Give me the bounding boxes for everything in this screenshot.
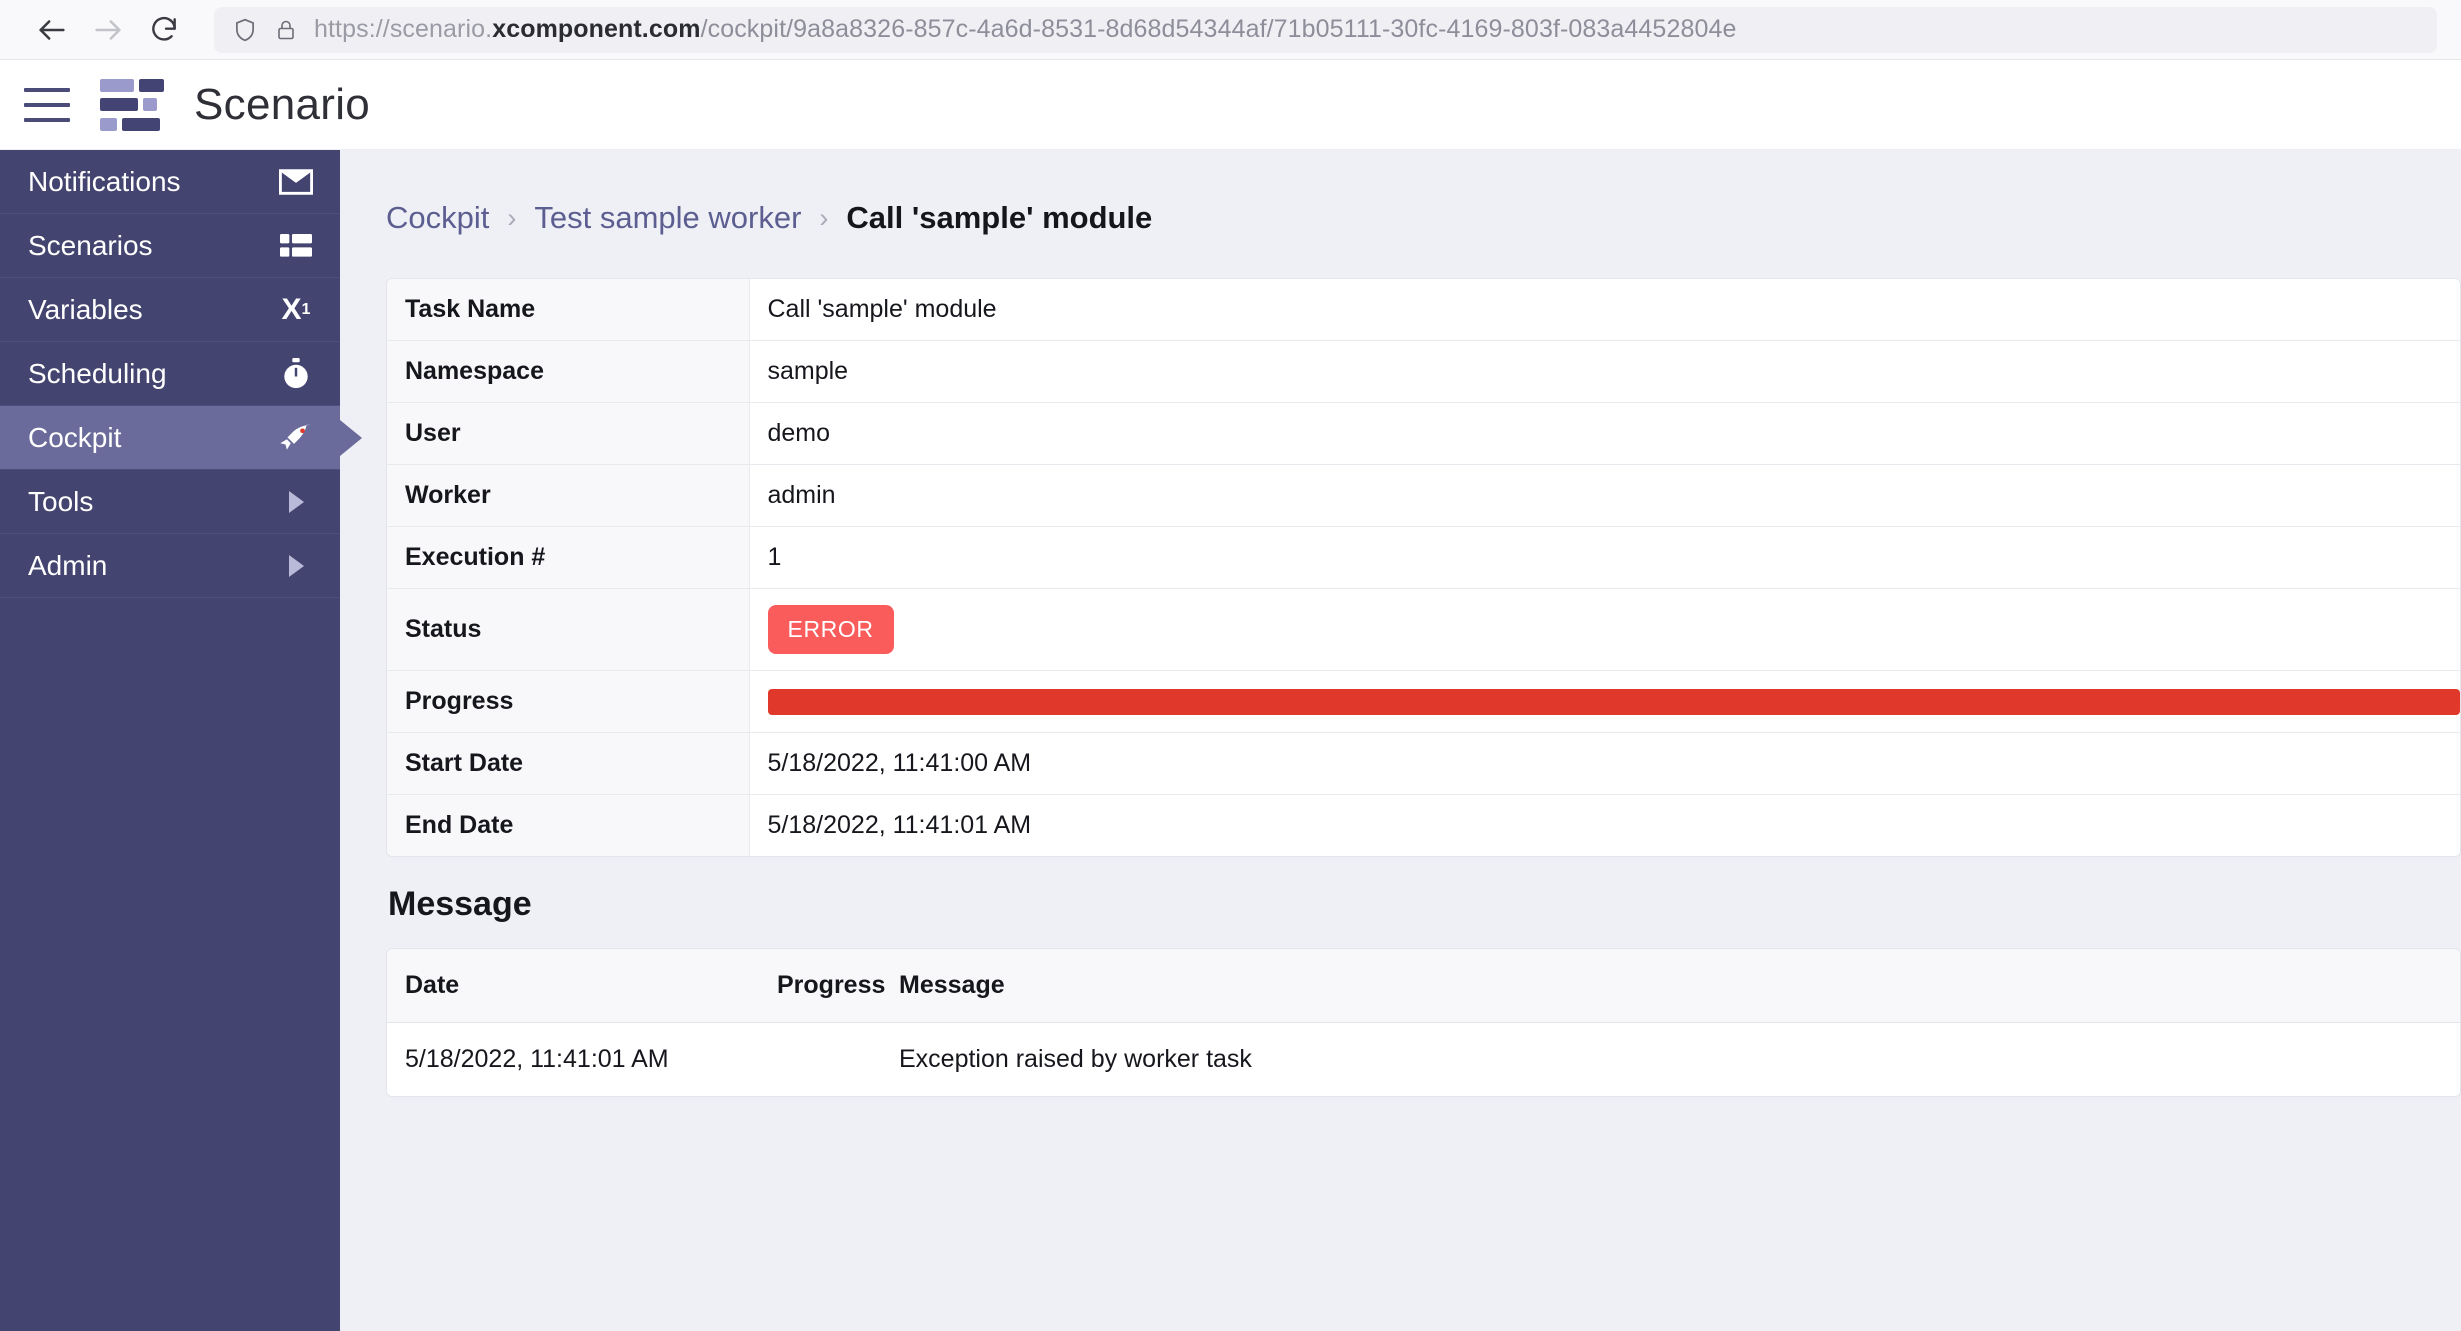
sidebar-item-label: Scheduling: [28, 357, 167, 389]
progress-bar: [767, 688, 2460, 715]
table-row: Namespace sample: [387, 340, 2460, 403]
detail-label: Execution #: [387, 526, 750, 589]
detail-label: User: [387, 402, 750, 465]
chevron-right-icon: ›: [507, 202, 517, 233]
arrow-left-icon: [39, 19, 65, 40]
main-content: Cockpit › Test sample worker › Call 'sam…: [340, 150, 2461, 1331]
message-card: Date Progress Message 5/18/2022, 11:41:0…: [386, 948, 2461, 1097]
table-header-row: Date Progress Message: [387, 949, 2460, 1023]
active-indicator-arrow: [340, 419, 362, 456]
table-row: Execution # 1: [387, 526, 2460, 589]
column-header-date: Date: [387, 949, 759, 1023]
detail-label: Namespace: [387, 340, 750, 403]
message-text: Exception raised by worker task: [881, 1022, 2460, 1096]
breadcrumb-item-worker[interactable]: Test sample worker: [534, 200, 801, 236]
message-table: Date Progress Message 5/18/2022, 11:41:0…: [387, 949, 2460, 1096]
table-row: Progress: [387, 670, 2460, 733]
detail-value-worker: admin: [749, 464, 2460, 527]
sidebar: Notifications Scenarios Variables X1 Sch…: [0, 150, 362, 1331]
detail-value-task-name: Call 'sample' module: [749, 279, 2460, 341]
detail-label: Worker: [387, 464, 750, 527]
list-table-icon: [278, 228, 314, 264]
breadcrumb-item-cockpit[interactable]: Cockpit: [386, 200, 489, 236]
sidebar-item-notifications[interactable]: Notifications: [0, 150, 340, 214]
url-domain: xcomponent.com: [492, 15, 701, 43]
table-row: Status ERROR: [387, 588, 2460, 671]
caret-right-icon: [278, 548, 314, 584]
shield-icon: [236, 18, 254, 41]
sidebar-item-scenarios[interactable]: Scenarios: [0, 214, 340, 278]
detail-value-namespace: sample: [749, 340, 2460, 403]
app-header: Scenario: [0, 60, 2461, 150]
scenario-logo-icon: [100, 78, 164, 131]
sidebar-item-label: Admin: [28, 549, 108, 581]
breadcrumb: Cockpit › Test sample worker › Call 'sam…: [386, 200, 2461, 236]
back-button[interactable]: [24, 2, 80, 58]
url-path: /cockpit/9a8a8326-857c-4a6d-8531-8d68d54…: [700, 15, 1737, 43]
message-date: 5/18/2022, 11:41:01 AM: [387, 1022, 759, 1096]
table-row: User demo: [387, 402, 2460, 465]
table-row: 5/18/2022, 11:41:01 AM Exception raised …: [387, 1022, 2460, 1096]
lock-icon: [278, 20, 294, 39]
envelope-icon: [278, 164, 314, 200]
sidebar-item-label: Variables: [28, 293, 143, 325]
hamburger-menu-icon[interactable]: [24, 87, 70, 122]
table-row: Worker admin: [387, 464, 2460, 527]
task-details-card: Task Name Call 'sample' module Namespace…: [386, 278, 2461, 857]
sidebar-item-label: Scenarios: [28, 229, 153, 261]
stopwatch-icon: [278, 356, 314, 392]
column-header-message: Message: [881, 949, 2460, 1023]
app-title: Scenario: [194, 79, 371, 129]
address-bar[interactable]: https://scenario.xcomponent.com/cockpit/…: [214, 6, 2437, 53]
caret-right-icon: [278, 484, 314, 520]
detail-value-user: demo: [749, 402, 2460, 465]
browser-toolbar: https://scenario.xcomponent.com/cockpit/…: [0, 0, 2461, 60]
forward-button[interactable]: [80, 2, 136, 58]
reload-icon: [152, 16, 176, 41]
detail-value-end-date: 5/18/2022, 11:41:01 AM: [749, 794, 2460, 856]
message-section-title: Message: [388, 885, 532, 923]
table-row: Task Name Call 'sample' module: [387, 279, 2460, 341]
url-scheme: https://scenario.: [314, 15, 493, 43]
chevron-right-icon: ›: [819, 202, 829, 233]
x-superscript-icon: X1: [281, 292, 311, 326]
sidebar-item-tools[interactable]: Tools: [0, 470, 340, 534]
detail-label: Progress: [387, 670, 750, 733]
sidebar-item-label: Cockpit: [28, 421, 122, 453]
status-badge: ERROR: [767, 605, 894, 654]
task-details-table: Task Name Call 'sample' module Namespace…: [387, 279, 2460, 856]
message-progress: [759, 1022, 881, 1096]
sidebar-item-cockpit[interactable]: Cockpit: [0, 406, 362, 470]
detail-value-progress: [749, 670, 2460, 733]
sidebar-item-variables[interactable]: Variables X1: [0, 278, 340, 342]
progress-bar-fill: [767, 688, 2460, 715]
reload-button[interactable]: [136, 2, 192, 58]
detail-value-execution: 1: [749, 526, 2460, 589]
url-text: https://scenario.xcomponent.com/cockpit/…: [314, 15, 1736, 44]
arrow-right-icon: [95, 19, 121, 40]
detail-label: Task Name: [387, 279, 750, 341]
table-row: End Date 5/18/2022, 11:41:01 AM: [387, 794, 2460, 856]
detail-value-status: ERROR: [749, 588, 2460, 671]
detail-label: End Date: [387, 794, 750, 856]
detail-value-start-date: 5/18/2022, 11:41:00 AM: [749, 732, 2460, 795]
sidebar-item-label: Notifications: [28, 165, 181, 197]
table-row: Start Date 5/18/2022, 11:41:00 AM: [387, 732, 2460, 795]
breadcrumb-current: Call 'sample' module: [846, 200, 1153, 235]
sidebar-item-label: Tools: [28, 485, 94, 517]
column-header-progress: Progress: [759, 949, 885, 1023]
sidebar-item-scheduling[interactable]: Scheduling: [0, 342, 340, 406]
detail-label: Status: [387, 588, 750, 671]
detail-label: Start Date: [387, 732, 750, 795]
sidebar-item-admin[interactable]: Admin: [0, 534, 340, 598]
rocket-icon: [278, 420, 314, 456]
